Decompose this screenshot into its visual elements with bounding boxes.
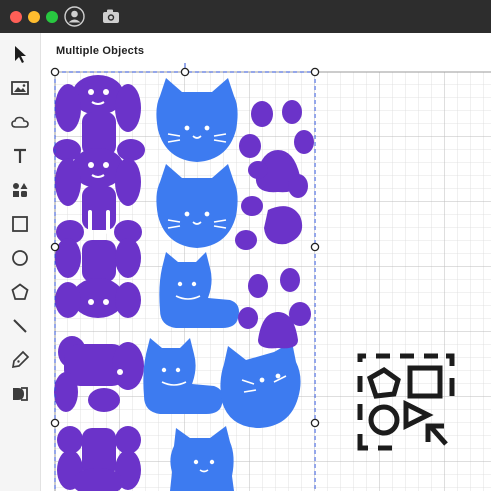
pentagon-icon bbox=[11, 283, 29, 300]
line-tool[interactable] bbox=[6, 312, 34, 340]
text-icon bbox=[14, 148, 26, 163]
pen-tool[interactable] bbox=[6, 346, 34, 374]
circle-icon bbox=[12, 250, 28, 266]
image-icon bbox=[11, 81, 29, 95]
minimize-window-button[interactable] bbox=[28, 11, 40, 23]
close-window-button[interactable] bbox=[10, 11, 22, 23]
polygon-tool[interactable] bbox=[6, 278, 34, 306]
combine-icon bbox=[13, 387, 28, 401]
ellipse-tool[interactable] bbox=[6, 244, 34, 272]
rectangle-tool[interactable] bbox=[6, 210, 34, 238]
design-canvas[interactable] bbox=[41, 52, 491, 496]
shapes-tool[interactable] bbox=[6, 176, 34, 204]
zoom-window-button[interactable] bbox=[46, 11, 58, 23]
title-bar bbox=[0, 0, 491, 33]
cloud-tool[interactable] bbox=[6, 108, 34, 136]
line-icon bbox=[13, 319, 27, 333]
camera-icon[interactable] bbox=[102, 8, 120, 24]
selection-name-label: Multiple Objects bbox=[56, 45, 145, 57]
pen-icon bbox=[11, 350, 30, 369]
shapes-icon bbox=[13, 183, 28, 197]
combine-tool[interactable] bbox=[6, 380, 34, 408]
tools-sidebar bbox=[0, 33, 41, 491]
pointer-icon bbox=[15, 46, 26, 63]
pointer-tool[interactable] bbox=[6, 40, 34, 68]
cloud-icon bbox=[11, 116, 29, 128]
text-tool[interactable] bbox=[6, 142, 34, 170]
image-tool[interactable] bbox=[6, 74, 34, 102]
user-circle-icon[interactable] bbox=[64, 6, 85, 27]
square-icon bbox=[12, 216, 28, 232]
